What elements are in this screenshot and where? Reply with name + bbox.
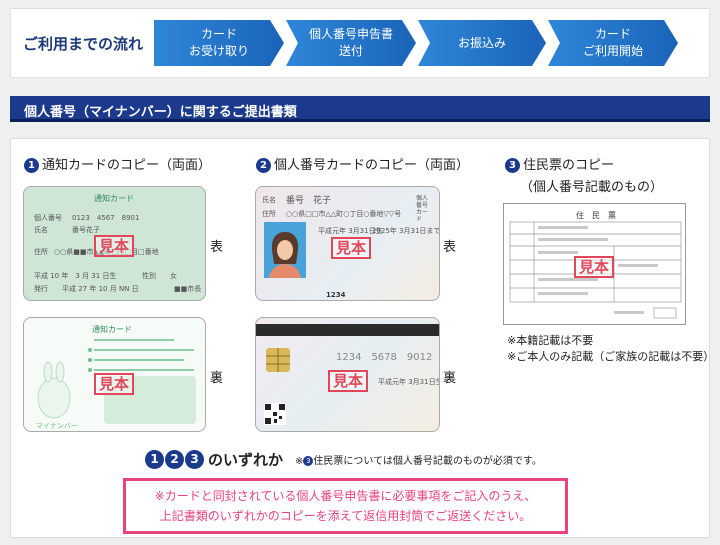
name-label: 氏名 [34,226,48,234]
flow-step-2: 個人番号申告書 送付 [286,20,416,66]
sample-stamp: 見本 [94,235,135,257]
card-expiry: 2025年 3月31日まで有効 [372,227,440,235]
sample-stamp: 見本 [328,370,369,392]
return-instructions-box: ※カードと同封されている個人番号申告書に必要事項をご記入のうえ、 上記書類のいず… [123,478,568,534]
mynumber-card-front: 氏名 番号 花子 住所 ○○県□□市△△町○丁目○番地▽▽号 平成元年 3月31… [255,186,440,301]
section-header: 個人番号（マイナンバー）に関するご提出書類 [10,96,710,122]
flow-step-label: 個人番号申告書 送付 [308,27,393,58]
card-issuer: ■■市長 [174,285,202,293]
doc-title-text: 個人番号カードのコピー（両面） [274,158,470,173]
card-sex: 女 [170,272,177,280]
number-badge-icon: 1 [145,450,164,469]
sample-stamp: 見本 [331,237,372,259]
note-line: ※本籍記載は不要 [507,334,594,347]
back-label: 裏 [443,371,457,386]
number-badge-icon: 1 [24,158,39,173]
ic-chip-icon [266,348,290,372]
card-dob: 平成 10 年 3 月 31 日生 [34,272,117,280]
name-label: 氏名 [262,196,276,204]
address-label: 住所 [34,248,48,256]
doc-title-text: 住民票のコピー [523,158,615,173]
flow-step-1: カード お受け取り [154,20,284,66]
doc-title-2: 2 個人番号カードのコピー（両面） [256,154,469,173]
doc-title-3: 3 住民票のコピー [505,154,614,173]
doc-title-text: 通知カードのコピー（両面） [42,158,212,173]
either-text: のいずれか [208,451,284,469]
magnetic-strip [256,324,439,336]
card-dob: 平成元年 3月31日生 [378,378,440,386]
alert-line-1: ※カードと同封されている個人番号申告書に必要事項をご記入のうえ、 [154,489,537,503]
card-header: 個人番号カード [416,195,429,223]
card-name: 番号 花子 [286,196,332,206]
card-code: 1234 [326,291,346,299]
sample-stamp: 見本 [574,256,615,278]
notification-card-front: 通知カード 個人番号 0123 4567 8901 氏名 番号花子 住所 ○○県… [23,186,206,301]
either-row: 1 2 3 のいずれか ※ 3 住民票については個人番号記載のものが必須です。 [145,449,542,470]
doc-title-1: 1 通知カードのコピー（両面） [24,154,211,173]
sex-label: 性別 [142,272,156,280]
portrait-photo [264,222,306,278]
notification-card-back: 通知カード マイナンバー 見本 [23,317,206,432]
number-badge-icon: 3 [185,450,204,469]
card-number: 0123 4567 8901 [72,214,140,222]
flow-step-label: お振込み [457,35,506,50]
back-label: 裏 [210,371,224,386]
alert-line-2: 上記書類のいずれかのコピーを添えて返信用封筒でご返送ください。 [159,509,532,523]
note-line: ※ご本人のみ記載（ご家族の記載は不要） [507,350,715,363]
flow-step-label: カード お受け取り [188,27,249,58]
qr-code-icon [264,403,286,425]
number-badge-icon: 3 [303,456,314,466]
doc-subtitle-3: （個人番号記載のもの） [520,180,664,195]
card-issued: 発行 平成 27 年 10 月 NN 日 [34,285,139,293]
mynumber-card-back: 1234 5678 9012 平成元年 3月31日生 見本 [255,317,440,432]
number-badge-icon: 2 [256,158,271,173]
note-text: 住民票については個人番号記載のものが必須です。 [313,456,542,467]
flow-title: ご利用までの流れ [23,35,144,53]
card-number: 1234 5678 9012 [336,352,433,363]
flow-step-3: お振込み [418,20,546,66]
sample-stamp: 見本 [94,373,135,395]
number-label: 個人番号 [34,214,62,222]
flow-step-4: カード ご利用開始 [548,20,678,66]
residence-notes: ※本籍記載は不要 ※ご本人のみ記載（ご家族の記載は不要） [507,333,714,365]
flow-step-label: カード ご利用開始 [582,27,643,58]
mascot-caption: マイナンバー [36,422,78,430]
note-prefix: ※ [295,456,304,467]
residence-certificate: 住 民 票 見本 [503,203,686,325]
number-badge-icon: 2 [165,450,184,469]
either-note: ※ 3 住民票については個人番号記載のものが必須です。 [295,452,542,467]
front-label: 表 [443,240,457,255]
card-address: ○○県□□市△△町○丁目○番地▽▽号 [286,210,402,218]
flow-panel: ご利用までの流れ カード お受け取り 個人番号申告書 送付 お振込み カード ご… [10,8,710,78]
address-label: 住所 [262,210,276,218]
front-label: 表 [210,240,224,255]
card-name: 番号花子 [72,226,100,234]
card-title: 通知カード [94,194,134,203]
number-badge-icon: 3 [505,158,520,173]
